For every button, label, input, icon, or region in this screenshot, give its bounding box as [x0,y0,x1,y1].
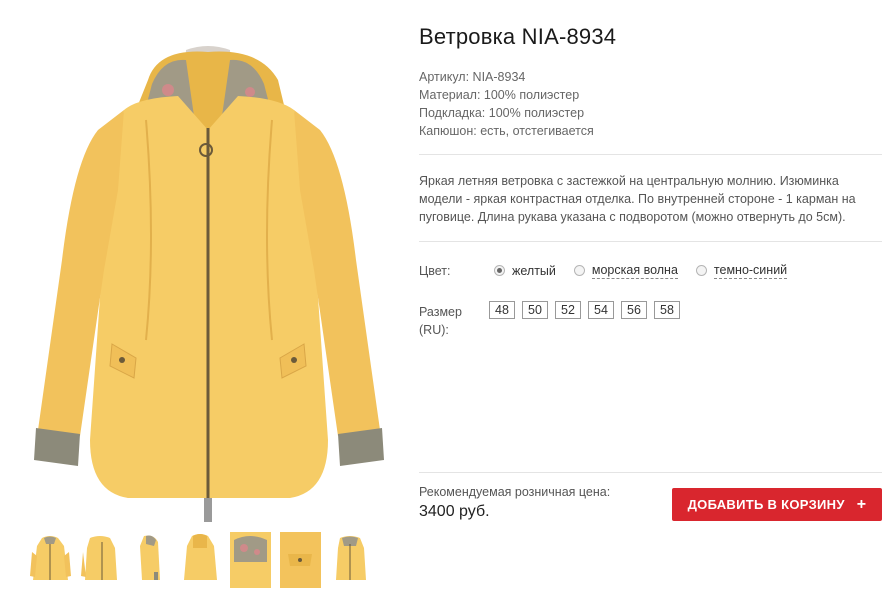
main-product-image[interactable] [28,40,390,522]
size-option-54[interactable]: 54 [588,301,614,319]
price-value: 3400 руб. [419,503,490,520]
thumbnail-strip [30,532,371,588]
add-to-cart-button[interactable]: ДОБАВИТЬ В КОРЗИНУ + [672,488,882,521]
size-label: Размер (RU): [419,303,462,339]
color-option-label: желтый [512,263,556,278]
product-specs: Артикул: NIA-8934 Материал: 100% полиэст… [419,68,594,140]
thumbnail-back[interactable] [180,532,221,588]
size-option-52[interactable]: 52 [555,301,581,319]
radio-button[interactable] [494,265,505,276]
radio-button[interactable] [695,265,707,276]
product-gallery [0,0,410,600]
size-option-50[interactable]: 50 [522,301,548,319]
color-option-yellow[interactable]: желтый [494,264,556,278]
thumbnail-pocket-detail[interactable] [280,532,321,588]
size-option-48[interactable]: 48 [489,301,515,319]
size-option-56[interactable]: 56 [621,301,647,319]
color-label: Цвет: [419,264,451,278]
color-options: желтый морская волна темно-синий [494,262,805,279]
radio-button[interactable] [573,265,585,276]
thumbnail-front[interactable] [30,532,71,588]
size-label-line1: Размер [419,305,462,319]
product-description: Яркая летняя ветровка с застежкой на цен… [419,174,856,224]
plus-icon: + [856,495,867,513]
color-option-label: темно-синий [713,263,788,279]
thumbnail-hood-detail[interactable] [230,532,271,588]
color-option-label: морская волна [591,263,678,279]
size-label-line2: (RU): [419,323,449,337]
thumbnail-three-quarter[interactable] [80,532,121,588]
price-label: Рекомендуемая розничная цена: [419,485,611,499]
color-option-dark-blue[interactable]: темно-синий [695,262,788,279]
color-option-sea-wave[interactable]: морская волна [573,262,678,279]
jacket-illustration [34,46,384,522]
spec-article: Артикул: NIA-8934 [419,70,526,84]
spec-material: Материал: 100% полиэстер [419,88,580,102]
thumbnail-lining-detail[interactable] [330,532,371,588]
product-title: Ветровка NIA-8934 [419,24,617,49]
thumbnail-side[interactable] [130,532,171,588]
divider [419,154,882,155]
spec-lining: Подкладка: 100% полиэстер [419,106,585,120]
spec-hood: Капюшон: есть, отстегивается [419,124,594,138]
size-options: 48 50 52 54 56 58 [489,301,687,319]
divider [419,472,882,473]
size-option-58[interactable]: 58 [654,301,680,319]
divider [419,241,882,242]
add-to-cart-label: ДОБАВИТЬ В КОРЗИНУ [687,497,845,512]
